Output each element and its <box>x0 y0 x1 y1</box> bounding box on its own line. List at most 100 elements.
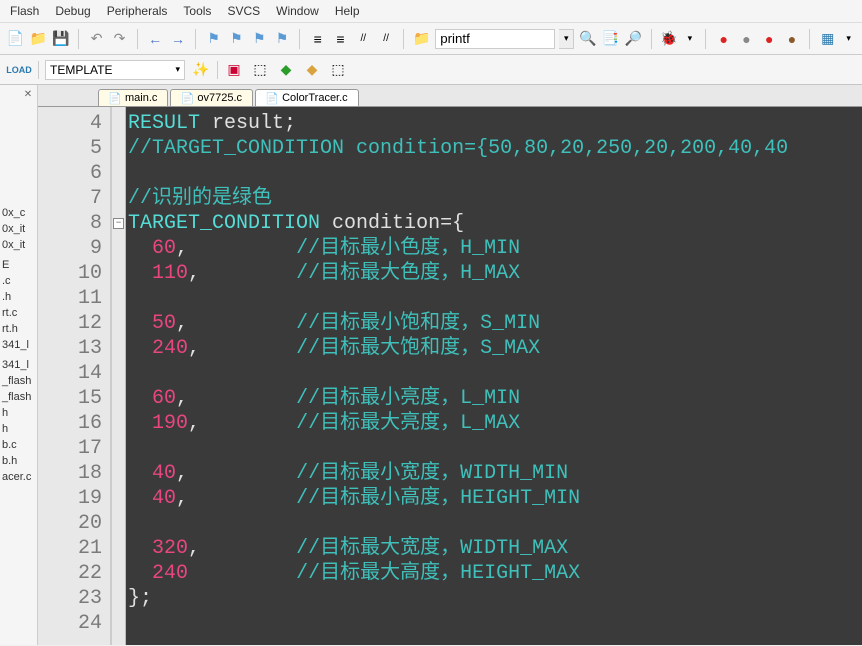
find-icon[interactable]: 🔍 <box>578 29 597 49</box>
panel-icon[interactable]: ▦ <box>818 29 837 49</box>
save-icon[interactable]: 💾 <box>52 29 71 49</box>
sidebar-item[interactable]: .h <box>0 289 37 305</box>
load-icon[interactable]: LOAD <box>6 60 32 80</box>
indent-icon[interactable]: ≡ <box>308 29 327 49</box>
code-line[interactable] <box>128 511 862 536</box>
uncomment-icon[interactable]: // <box>377 29 396 49</box>
incremental-find-icon[interactable]: 🔎 <box>624 29 643 49</box>
fold-toggle-icon[interactable]: − <box>113 218 124 229</box>
code-line[interactable]: TARGET_CONDITION condition={ <box>128 211 862 236</box>
code-content[interactable]: RESULT result;//TARGET_CONDITION conditi… <box>126 107 862 645</box>
sidebar-item[interactable]: _flash <box>0 389 37 405</box>
code-line[interactable]: }; <box>128 586 862 611</box>
code-line[interactable] <box>128 611 862 636</box>
opt2-icon[interactable]: ◆ <box>302 60 322 80</box>
sidebar-item[interactable]: 341_l <box>0 357 37 373</box>
outdent-icon[interactable]: ≡ <box>331 29 350 49</box>
sidebar-item[interactable]: 0x_it <box>0 237 37 253</box>
bookmark-toggle-icon[interactable]: ⚑ <box>204 29 223 49</box>
sidebar-item[interactable]: b.c <box>0 437 37 453</box>
build-toolbar: LOAD TEMPLATE ▾ ✨ ▣ ⬚ ◆ ◆ ⬚ <box>0 55 862 85</box>
bookmark-prev-icon[interactable]: ⚑ <box>227 29 246 49</box>
target-combo[interactable]: TEMPLATE ▾ <box>45 60 185 80</box>
sidebar-item[interactable]: h <box>0 421 37 437</box>
line-number: 10 <box>78 261 102 286</box>
code-line[interactable]: 60, //目标最小色度，H_MIN <box>128 236 862 261</box>
wand-icon[interactable]: ✨ <box>191 60 211 80</box>
sidebar-item[interactable]: 0x_it <box>0 221 37 237</box>
redo-icon[interactable]: ↷ <box>110 29 129 49</box>
new-file-icon[interactable]: 📄 <box>6 29 25 49</box>
sidebar-item[interactable]: acer.c <box>0 469 37 485</box>
tab-ColorTracer-c[interactable]: 📄ColorTracer.c <box>255 89 359 106</box>
comment-icon[interactable]: // <box>354 29 373 49</box>
fold-column[interactable]: − <box>112 107 126 645</box>
open-icon[interactable]: 📁 <box>29 29 48 49</box>
code-line[interactable]: 60, //目标最小亮度，L_MIN <box>128 386 862 411</box>
code-line[interactable]: 240 //目标最大高度，HEIGHT_MAX <box>128 561 862 586</box>
menu-tools[interactable]: Tools <box>183 4 211 18</box>
menu-debug[interactable]: Debug <box>55 4 90 18</box>
code-line[interactable]: 110, //目标最大色度，H_MAX <box>128 261 862 286</box>
debug-dropdown-icon[interactable]: ▾ <box>682 29 697 49</box>
toolbar-separator <box>299 29 300 49</box>
sidebar-item[interactable]: h <box>0 405 37 421</box>
menu-window[interactable]: Window <box>276 4 319 18</box>
menu-svcs[interactable]: SVCS <box>227 4 260 18</box>
undo-icon[interactable]: ↶ <box>87 29 106 49</box>
code-line[interactable] <box>128 286 862 311</box>
code-editor[interactable]: 456789101112131415161718192021222324 − R… <box>38 107 862 645</box>
menu-peripherals[interactable]: Peripherals <box>107 4 168 18</box>
panel-dropdown-icon[interactable]: ▾ <box>841 29 856 49</box>
debug-icon[interactable]: 🐞 <box>660 29 679 49</box>
code-line[interactable]: //TARGET_CONDITION condition={50,80,20,2… <box>128 136 862 161</box>
code-line[interactable]: 40, //目标最小宽度，WIDTH_MIN <box>128 461 862 486</box>
file-icon: 📄 <box>266 92 278 104</box>
search-input[interactable] <box>435 29 555 49</box>
code-line[interactable] <box>128 436 862 461</box>
sidebar-item[interactable]: .c <box>0 273 37 289</box>
code-line[interactable] <box>128 361 862 386</box>
sidebar-item[interactable]: 0x_c <box>0 205 37 221</box>
tab-ov7725-c[interactable]: 📄ov7725.c <box>170 89 253 106</box>
code-line[interactable]: 240, //目标最大饱和度，S_MAX <box>128 336 862 361</box>
manage-icon[interactable]: ▣ <box>224 60 244 80</box>
code-line[interactable]: //识别的是绿色 <box>128 186 862 211</box>
sidebar-item[interactable]: E <box>0 257 37 273</box>
tab-main-c[interactable]: 📄main.c <box>98 89 168 106</box>
file-icon: 📄 <box>181 92 193 104</box>
opt3-icon[interactable]: ⬚ <box>328 60 348 80</box>
code-line[interactable]: 190, //目标最大亮度，L_MAX <box>128 411 862 436</box>
toolbar-separator <box>651 29 652 49</box>
sidebar-close-icon[interactable]: ✕ <box>21 87 35 101</box>
code-line[interactable]: 50, //目标最小饱和度，S_MIN <box>128 311 862 336</box>
code-line[interactable]: 40, //目标最小高度，HEIGHT_MIN <box>128 486 862 511</box>
menu-flash[interactable]: Flash <box>10 4 39 18</box>
bookmark-next-icon[interactable]: ⚑ <box>250 29 269 49</box>
breakpoint-disable-icon[interactable]: ● <box>737 29 756 49</box>
line-number: 12 <box>78 311 102 336</box>
menu-help[interactable]: Help <box>335 4 360 18</box>
code-line[interactable] <box>128 161 862 186</box>
breakpoint-brown-icon[interactable]: ● <box>783 29 802 49</box>
find-in-files-icon[interactable]: 📑 <box>601 29 620 49</box>
sidebar-item[interactable]: b.h <box>0 453 37 469</box>
code-line[interactable]: RESULT result; <box>128 111 862 136</box>
breakpoint-red-icon[interactable]: ● <box>714 29 733 49</box>
opt1-icon[interactable]: ◆ <box>276 60 296 80</box>
sidebar-item[interactable]: _flash <box>0 373 37 389</box>
search-dropdown-icon[interactable]: ▾ <box>559 29 574 49</box>
line-number: 18 <box>78 461 102 486</box>
folder-icon[interactable]: 📁 <box>412 29 431 49</box>
sidebar-item[interactable]: rt.c <box>0 305 37 321</box>
breakpoint-orange-icon[interactable]: ● <box>760 29 779 49</box>
tab-label: main.c <box>125 92 157 104</box>
sidebar-item[interactable]: rt.h <box>0 321 37 337</box>
sidebar-file-list: 0x_c0x_it0x_itE.c.hrt.crt.h341_l341_l_fl… <box>0 205 37 485</box>
bookmark-clear-icon[interactable]: ⚑ <box>273 29 292 49</box>
books-icon[interactable]: ⬚ <box>250 60 270 80</box>
code-line[interactable]: 320, //目标最大宽度，WIDTH_MAX <box>128 536 862 561</box>
nav-back-icon[interactable]: ← <box>146 29 165 49</box>
sidebar-item[interactable]: 341_l <box>0 337 37 353</box>
nav-forward-icon[interactable]: → <box>169 29 188 49</box>
